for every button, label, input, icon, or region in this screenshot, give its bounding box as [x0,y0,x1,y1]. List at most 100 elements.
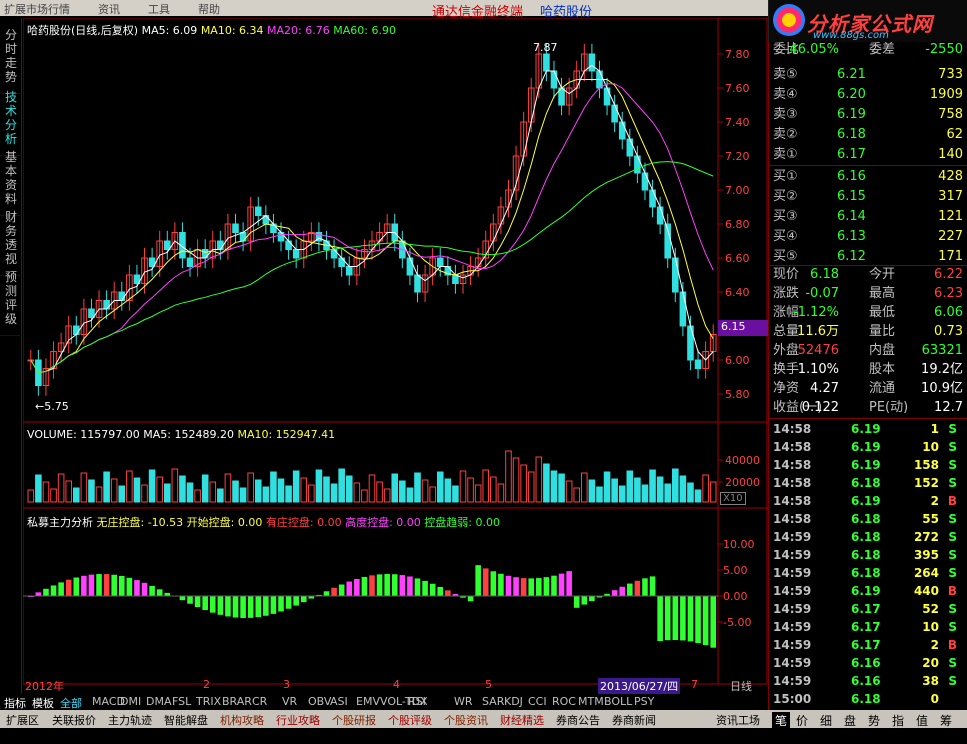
indicator-tab-cci[interactable]: CCI [528,695,547,708]
indicator-bar [65,579,72,596]
indicator-tab-asi[interactable]: ASI [330,695,348,708]
volume-bar [361,489,368,503]
volume-bar [300,477,308,503]
tick-time: 14:58 [773,494,812,508]
volume-bar [618,485,626,503]
ma5-line [30,64,714,374]
tick-time: 14:58 [773,476,812,490]
indicator-tab-mtm[interactable]: MTM [578,695,604,708]
indicator-tab-boll[interactable]: BOLL [604,695,632,708]
bottom-tab-5[interactable]: 行业攻略 [276,712,320,728]
bottom-tab-7[interactable]: 个股评级 [388,712,432,728]
row-volume: 1909 [929,87,963,102]
indicator-tab-brar[interactable]: BRAR [222,695,252,708]
indicator-tab-rsi[interactable]: RSI [408,695,426,708]
candle-body [217,240,224,250]
volume-bar [436,471,444,503]
bottom-tab-0[interactable]: 扩展区 [6,712,39,728]
indicator-tab-指标[interactable]: 指标 [4,695,26,711]
panel-tab-0[interactable]: 笔 [772,712,791,729]
tick-row: 14:59 6.16 20 S [771,654,965,672]
buy-level-5[interactable]: 买⑤ 6.12 171 [771,247,965,266]
tab-forecast[interactable]: 预测评级 [0,266,22,336]
period-selector[interactable]: 日线 [730,678,752,694]
panel-tab-4[interactable]: 势 [868,712,880,729]
indicator-bar [338,584,345,596]
candle-body [603,87,611,106]
buy-level-1[interactable]: 买① 6.16 428 [771,167,965,186]
menu-item-tools[interactable]: 工具 [148,1,170,17]
menu-item-extended-market[interactable]: 扩展市场行情 [4,1,70,17]
sell-level-1[interactable]: 卖① 6.17 140 [771,145,965,164]
bottom-tab-11[interactable]: 券商新闻 [612,712,656,728]
stat-value-2: 6.23 [934,286,963,301]
tick-volume: 272 [913,530,939,544]
indicator-tab-fsl[interactable]: FSL [172,695,191,708]
indicator-tab-obv[interactable]: OBV [308,695,331,708]
indicator-tab-模板[interactable]: 模板 [32,695,54,711]
panel-tab-5[interactable]: 指 [892,712,904,729]
panel-tab-2[interactable]: 细 [820,712,832,729]
indicator-tab-dmi[interactable]: DMI [120,695,141,708]
indicator-tab-psy[interactable]: PSY [634,695,654,708]
tab-intraday[interactable]: 分时走势 [0,24,22,94]
panel-tab-3[interactable]: 盘 [844,712,856,729]
tick-price: 6.16 [851,674,881,688]
indicator-tab-roc[interactable]: ROC [552,695,576,708]
row-price: 6.12 [837,249,866,264]
volume-bar [95,486,103,503]
bottom-tab-2[interactable]: 主力轨迹 [108,712,152,728]
buy-level-2[interactable]: 买② 6.15 317 [771,187,965,206]
kline-chart[interactable]: 7.807.607.407.207.006.806.606.406.206.00… [23,18,768,685]
tick-volume: 38 [922,674,939,688]
sell-level-2[interactable]: 卖② 6.18 62 [771,125,965,144]
indicator-bar [482,568,489,596]
indicator-tab-kdj[interactable]: KDJ [504,695,523,708]
candle-body [436,257,444,267]
panel-tab-7[interactable]: 筹 [940,712,952,729]
indicator-tab-wr[interactable]: WR [454,695,473,708]
indicator-bar [323,591,330,596]
sell-level-3[interactable]: 卖③ 6.19 758 [771,105,965,124]
chart-canvas[interactable]: 7.807.607.407.207.006.806.606.406.206.00… [23,18,768,685]
buy-level-3[interactable]: 买③ 6.14 121 [771,207,965,226]
ma60-label: MA60: 6.90 [333,24,396,37]
info-workshop-button[interactable]: 资讯工场 [716,712,760,728]
menu-item-help[interactable]: 帮助 [198,1,220,17]
panel-tab-1[interactable]: 价 [796,712,808,729]
sell-level-4[interactable]: 卖④ 6.20 1909 [771,85,965,104]
volume-bar [558,473,565,503]
indicator-tab-trix[interactable]: TRIX [196,695,221,708]
bottom-tab-10[interactable]: 券商公告 [556,712,600,728]
indicator-bar [429,583,436,596]
indicator-bar: 指标 模板 全部 MACD DMI DMA FSL TRIX BRAR CR VR OBV ASI EMV… [0,694,768,710]
bottom-tab-6[interactable]: 个股研报 [332,712,376,728]
indicator-tab-vr[interactable]: VR [282,695,297,708]
bottom-tab-1[interactable]: 关联报价 [52,712,96,728]
sell-level-5[interactable]: 卖⑤ 6.21 733 [771,65,965,84]
bottom-tab-4[interactable]: 机构攻略 [220,712,264,728]
bottom-tab-3[interactable]: 智能解盘 [164,712,208,728]
bottom-tab-9[interactable]: 财经精选 [500,712,544,728]
row-label: 买④ [773,229,798,244]
stat-value: -0.07 [805,286,839,301]
volume-bar [702,474,709,503]
bottom-tab-8[interactable]: 个股资讯 [444,712,488,728]
stat-label: 换手 [773,362,800,377]
volume-bar [72,487,80,503]
volume-bar [497,483,505,503]
stat-row-1: 涨跌 -0.07 最高 6.23 [771,284,965,303]
tick-price: 6.16 [851,656,881,670]
panel-tab-6[interactable]: 值 [916,712,928,729]
indicator-tab-dma[interactable]: DMA [146,695,172,708]
volume-bar [35,474,42,503]
indicator-tab-emv[interactable]: EMV [356,695,380,708]
tick-side: B [947,638,957,652]
indicator-tab-cr[interactable]: CR [252,695,267,708]
buy-level-4[interactable]: 买④ 6.13 227 [771,227,965,246]
indicator-bar [687,596,694,642]
volume-bar [171,468,179,503]
indicator-tab-sar[interactable]: SAR [482,695,504,708]
menu-item-news[interactable]: 资讯 [98,1,120,17]
indicator-tab-全部[interactable]: 全部 [60,695,82,711]
